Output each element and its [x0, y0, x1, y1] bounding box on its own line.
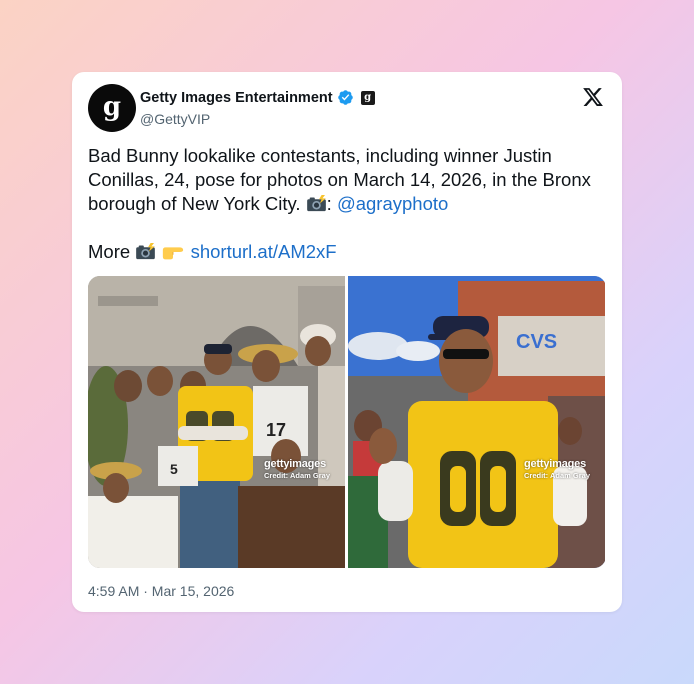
avatar-letter: g — [102, 91, 122, 122]
watermark-credit: Credit: Adam Gray — [524, 471, 590, 480]
tweet-spacer — [88, 216, 608, 240]
colon: : — [326, 193, 337, 214]
svg-text:5: 5 — [170, 461, 178, 477]
timestamp[interactable]: 4:59 AM · Mar 15, 2026 — [88, 583, 234, 599]
photo-right[interactable]: CVS gettyimages Credit: Adam Gray — [348, 276, 605, 568]
svg-text:17: 17 — [266, 420, 286, 440]
affiliation-letter: g — [364, 91, 372, 103]
x-logo-icon[interactable] — [582, 86, 604, 108]
camera-flash-emoji — [306, 195, 326, 212]
avatar[interactable]: g — [88, 84, 136, 132]
tweet-card: g Getty Images Entertainment g @GettyVIP… — [72, 72, 622, 612]
watermark: gettyimages Credit: Adam Gray — [264, 459, 330, 480]
watermark-brand: gettyimages — [264, 458, 326, 470]
watermark: gettyimages Credit: Adam Gray — [524, 459, 590, 480]
short-link[interactable]: shorturl.at/AM2xF — [191, 241, 337, 262]
media-grid: 17 5 gettyimages Credit: Adam Gray CVS g… — [88, 276, 606, 568]
svg-text:CVS: CVS — [516, 331, 557, 353]
display-name[interactable]: Getty Images Entertainment — [140, 90, 333, 106]
mention-link[interactable]: @agrayphoto — [337, 193, 448, 214]
handle[interactable]: @GettyVIP — [140, 111, 210, 127]
tweet-paragraph-more: More shorturl.at/AM2xF — [88, 240, 608, 264]
getty-affiliation-icon[interactable]: g — [360, 90, 375, 105]
watermark-brand: gettyimages — [524, 458, 586, 470]
photo-left[interactable]: 17 5 gettyimages Credit: Adam Gray — [88, 276, 345, 568]
tweet-paragraph-main: Bad Bunny lookalike contestants, includi… — [88, 144, 608, 216]
photo-left-image: 17 5 — [88, 276, 345, 568]
pointing-right-emoji — [163, 247, 184, 260]
photo-right-image: CVS — [348, 276, 605, 568]
verified-badge-icon — [337, 90, 353, 105]
watermark-credit: Credit: Adam Gray — [264, 471, 330, 480]
more-label: More — [88, 241, 136, 262]
author-row: Getty Images Entertainment g — [140, 89, 375, 106]
tweet-text: Bad Bunny lookalike contestants, includi… — [88, 144, 608, 264]
camera-flash-emoji — [136, 243, 156, 260]
